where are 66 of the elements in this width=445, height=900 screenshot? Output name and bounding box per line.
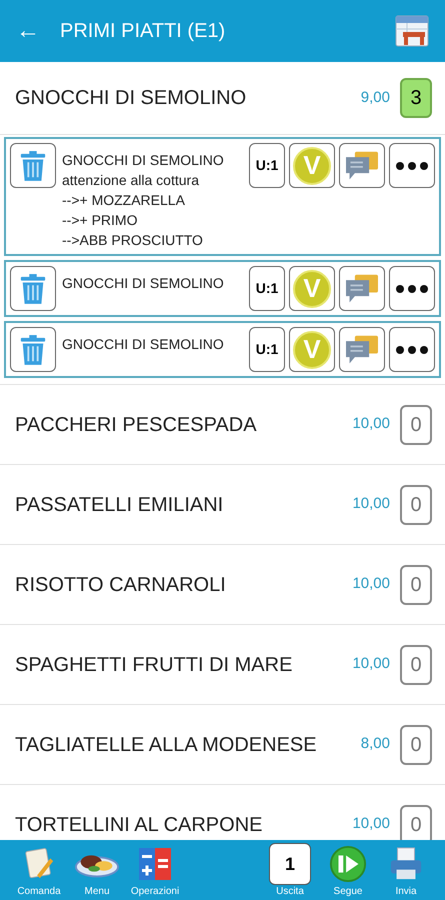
comment-button[interactable] bbox=[339, 143, 385, 188]
screen-title: PRIMI PIATTI (E1) bbox=[60, 19, 226, 44]
speech-bubbles-icon bbox=[344, 150, 380, 182]
trash-icon bbox=[19, 272, 47, 304]
item-name[interactable]: GNOCCHI DI SEMOLINO bbox=[15, 83, 361, 113]
toolbar-label: Uscita bbox=[276, 885, 304, 899]
toolbar-label: Comanda bbox=[17, 885, 61, 899]
trash-button[interactable] bbox=[10, 266, 56, 311]
order-line-name: GNOCCHI DI SEMOLINO bbox=[62, 274, 225, 293]
item-name[interactable]: TORTELLINI AL CARPONE bbox=[15, 810, 352, 840]
toolbar-label: Segue bbox=[334, 885, 362, 899]
item-price: 9,00 bbox=[360, 88, 390, 108]
order-line-note: -->+ MOZZARELLA bbox=[62, 191, 186, 210]
order-line-name: GNOCCHI DI SEMOLINO bbox=[62, 151, 225, 170]
quantity-button[interactable]: 0 bbox=[400, 404, 432, 444]
more-icon bbox=[394, 344, 430, 354]
item-price: 10,00 bbox=[352, 494, 390, 514]
order-line-note: -->ABB PROSCIUTTO bbox=[62, 231, 204, 250]
speech-bubbles-icon bbox=[344, 272, 380, 304]
more-button[interactable] bbox=[389, 266, 435, 311]
toolbar-button[interactable]: Operazioni bbox=[126, 843, 184, 899]
comment-button[interactable] bbox=[339, 327, 385, 372]
order-line-name: GNOCCHI DI SEMOLINO bbox=[62, 335, 225, 354]
more-icon bbox=[394, 160, 430, 170]
quantity-button[interactable]: 0 bbox=[400, 644, 432, 684]
item-name[interactable]: PASSATELLI EMILIANI bbox=[15, 490, 352, 520]
item-price: 10,00 bbox=[352, 814, 390, 834]
toolbar-label: Menu bbox=[84, 885, 110, 899]
comment-button[interactable] bbox=[339, 266, 385, 311]
trash-icon bbox=[19, 150, 47, 182]
item-name[interactable]: RISOTTO CARNAROLI bbox=[15, 570, 352, 600]
trash-icon bbox=[19, 334, 47, 366]
quantity-button[interactable]: 3 bbox=[400, 78, 432, 118]
unit-button[interactable]: U:1 bbox=[249, 327, 285, 372]
toolbar-button[interactable]: Segue bbox=[319, 843, 377, 899]
unit-button[interactable]: U:1 bbox=[249, 266, 285, 311]
quantity-button[interactable]: 0 bbox=[400, 564, 432, 604]
toolbar-label: Invia bbox=[395, 885, 417, 899]
item-price: 10,00 bbox=[352, 574, 390, 594]
trash-button[interactable] bbox=[10, 327, 56, 372]
toolbar-button[interactable]: Invia bbox=[377, 843, 435, 899]
toolbar-button[interactable]: 1 Uscita bbox=[261, 843, 319, 899]
speech-bubbles-icon bbox=[344, 334, 380, 366]
more-button[interactable] bbox=[389, 143, 435, 188]
more-button[interactable] bbox=[389, 327, 435, 372]
table-icon[interactable] bbox=[395, 14, 429, 48]
unit-button[interactable]: U:1 bbox=[249, 143, 285, 188]
item-price: 10,00 bbox=[352, 654, 390, 674]
item-name[interactable]: PACCHERI PESCESPADA bbox=[15, 410, 352, 440]
more-icon bbox=[394, 284, 430, 294]
toolbar-button[interactable]: Menu bbox=[68, 843, 126, 899]
next-icon bbox=[329, 843, 367, 885]
item-price: 10,00 bbox=[352, 414, 390, 434]
quantity-button[interactable]: 0 bbox=[400, 724, 432, 764]
order-line-note: -->+ PRIMO bbox=[62, 211, 138, 230]
quantity-button[interactable]: 0 bbox=[400, 484, 432, 524]
order-line-note: attenzione alla cottura bbox=[62, 171, 200, 190]
trash-button[interactable] bbox=[10, 143, 56, 188]
quantity-button[interactable]: 0 bbox=[400, 804, 432, 840]
exit-counter: 1 bbox=[269, 843, 311, 885]
item-name[interactable]: SPAGHETTI FRUTTI DI MARE bbox=[15, 650, 352, 680]
item-price: 8,00 bbox=[360, 734, 390, 754]
toolbar-button[interactable]: Comanda bbox=[10, 843, 68, 899]
item-name[interactable]: TAGLIATELLE ALLA MODENESE bbox=[15, 730, 361, 760]
toolbar-label: Operazioni bbox=[130, 885, 180, 899]
back-button[interactable]: ← bbox=[16, 19, 40, 43]
